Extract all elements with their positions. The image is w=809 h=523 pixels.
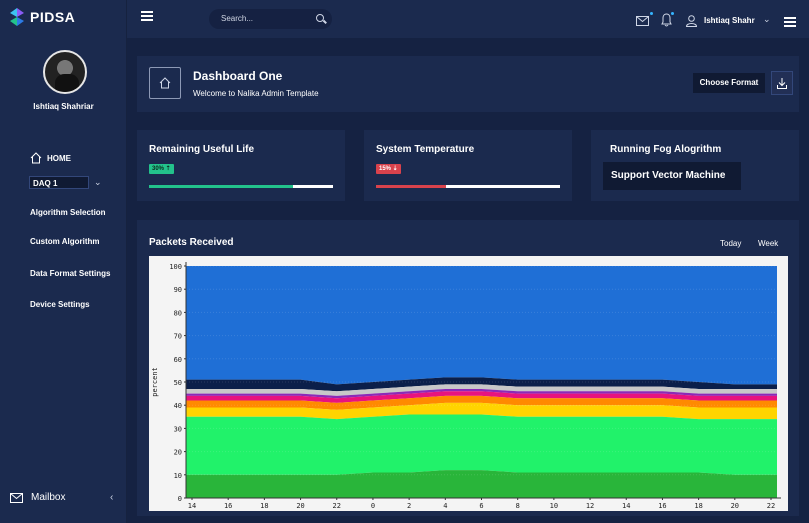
- packets-received-card: Packets Received Today Week 0 10 20 30 40 50 6…: [137, 220, 799, 516]
- tab-today[interactable]: Today: [720, 239, 741, 248]
- progress-bar-fill: [376, 185, 446, 188]
- fog-title: Running Fog Alogrithm: [610, 144, 722, 155]
- download-icon: [777, 77, 787, 89]
- y-axis-label: percent: [151, 367, 159, 397]
- fog-algorithm-value: Support Vector Machine: [603, 162, 741, 190]
- x-tick-label: 4: [443, 502, 447, 510]
- search-input[interactable]: Search...: [209, 9, 332, 29]
- download-button[interactable]: [771, 71, 793, 95]
- sidebar-item-mailbox[interactable]: Mailbox: [10, 492, 65, 503]
- x-tick-label: 16: [224, 502, 232, 510]
- x-tick-label: 8: [516, 502, 520, 510]
- brand-name: PIDSA: [30, 9, 76, 25]
- x-tick-label: 22: [333, 502, 341, 510]
- x-tick-label: 16: [658, 502, 666, 510]
- message-notification-dot: [650, 12, 653, 15]
- progress-bar: [149, 185, 333, 188]
- menu-toggle-icon[interactable]: [141, 11, 153, 21]
- sidebar: PIDSA Ishtiaq Shahriar HOME DAQ 1 ⌄ Algo…: [0, 0, 127, 523]
- tab-week[interactable]: Week: [758, 239, 778, 248]
- x-tick-label: 18: [694, 502, 702, 510]
- sidebar-item-device-settings[interactable]: Device Settings: [30, 300, 90, 309]
- y-tick-label: 30: [174, 425, 182, 433]
- sidebar-item-data-format-settings[interactable]: Data Format Settings: [30, 269, 110, 278]
- daq-select[interactable]: DAQ 1: [29, 176, 89, 189]
- progress-bar-fill: [149, 185, 293, 188]
- y-tick-label: 70: [174, 333, 182, 341]
- home-icon: [159, 77, 171, 89]
- y-tick-label: 90: [174, 286, 182, 294]
- x-tick-label: 6: [479, 502, 483, 510]
- chevron-down-icon[interactable]: ⌄: [763, 14, 771, 25]
- x-tick-label: 10: [550, 502, 558, 510]
- stat-title: Remaining Useful Life: [149, 144, 255, 155]
- y-tick-label: 40: [174, 402, 182, 410]
- stat-badge: 30% ⇡: [149, 164, 174, 174]
- mail-icon: [10, 492, 23, 503]
- brand-logo-icon: [10, 8, 24, 26]
- brand[interactable]: PIDSA: [10, 8, 75, 26]
- progress-bar: [376, 185, 560, 188]
- x-tick-label: 22: [767, 502, 775, 510]
- packets-chart-svg: 0 10 20 30 40 50 60 70 80 90 100 14 16 18 20 22 0 2 4 6 8 10 1…: [151, 262, 781, 510]
- fog-algorithm-card: Running Fog Alogrithm Support Vector Mac…: [591, 130, 799, 201]
- top-header: Search... Ishtiaq Shahr ⌄: [127, 0, 809, 38]
- area-series-1: [186, 414, 777, 475]
- stat-badge: 15% ⇣: [376, 164, 401, 174]
- sidebar-item-algorithm-selection[interactable]: Algorithm Selection: [30, 208, 106, 217]
- y-tick-label: 50: [174, 379, 182, 387]
- remaining-useful-life-card: Remaining Useful Life 30% ⇡: [137, 130, 345, 201]
- y-tick-label: 20: [174, 449, 182, 457]
- page-title: Dashboard One: [193, 69, 283, 83]
- x-tick-label: 20: [731, 502, 739, 510]
- chevron-left-icon[interactable]: ‹: [110, 492, 113, 503]
- home-icon: [30, 152, 42, 164]
- bell-icon[interactable]: [661, 13, 672, 27]
- message-icon[interactable]: [636, 16, 649, 26]
- x-tick-label: 12: [586, 502, 594, 510]
- y-tick-label: 10: [174, 472, 182, 480]
- avatar[interactable]: [43, 50, 87, 94]
- x-tick-label: 0: [371, 502, 375, 510]
- packets-chart: 0 10 20 30 40 50 60 70 80 90 100 14 16 18 20 22 0 2 4 6 8 10 1…: [149, 256, 788, 511]
- search-icon[interactable]: [316, 14, 324, 22]
- page-subtitle: Welcome to Nalika Admin Template: [193, 89, 319, 98]
- x-tick-label: 2: [407, 502, 411, 510]
- x-tick-label: 14: [622, 502, 630, 510]
- main-content: Dashboard One Welcome to Nalika Admin Te…: [127, 38, 809, 523]
- x-tick-label: 14: [188, 502, 196, 510]
- x-tick-label: 18: [260, 502, 268, 510]
- sidebar-username: Ishtiaq Shahriar: [33, 102, 94, 111]
- y-tick-label: 100: [169, 263, 182, 271]
- x-tick-label: 20: [296, 502, 304, 510]
- y-tick-label: 80: [174, 309, 182, 317]
- sidebar-item-mailbox-label: Mailbox: [31, 492, 66, 503]
- menu-icon[interactable]: [784, 17, 796, 27]
- y-tick-label: 60: [174, 356, 182, 364]
- bell-notification-dot: [671, 12, 674, 15]
- choose-format-button[interactable]: Choose Format: [693, 73, 765, 93]
- stat-title: System Temperature: [376, 144, 475, 155]
- search-placeholder: Search...: [221, 14, 254, 23]
- area-series-8: [186, 266, 777, 385]
- chart-title: Packets Received: [149, 237, 234, 248]
- home-icon-box: [149, 67, 181, 99]
- sidebar-item-home-label: HOME: [47, 153, 71, 163]
- dashboard-header-card: Dashboard One Welcome to Nalika Admin Te…: [137, 56, 799, 112]
- sidebar-item-home[interactable]: HOME: [30, 152, 71, 164]
- profile-name[interactable]: Ishtiaq Shahr: [704, 16, 755, 25]
- sidebar-item-custom-algorithm[interactable]: Custom Algorithm: [30, 237, 99, 246]
- chevron-down-icon[interactable]: ⌄: [94, 177, 102, 188]
- system-temperature-card: System Temperature 15% ⇣: [364, 130, 572, 201]
- y-tick-label: 0: [178, 495, 182, 503]
- user-icon[interactable]: [686, 15, 697, 27]
